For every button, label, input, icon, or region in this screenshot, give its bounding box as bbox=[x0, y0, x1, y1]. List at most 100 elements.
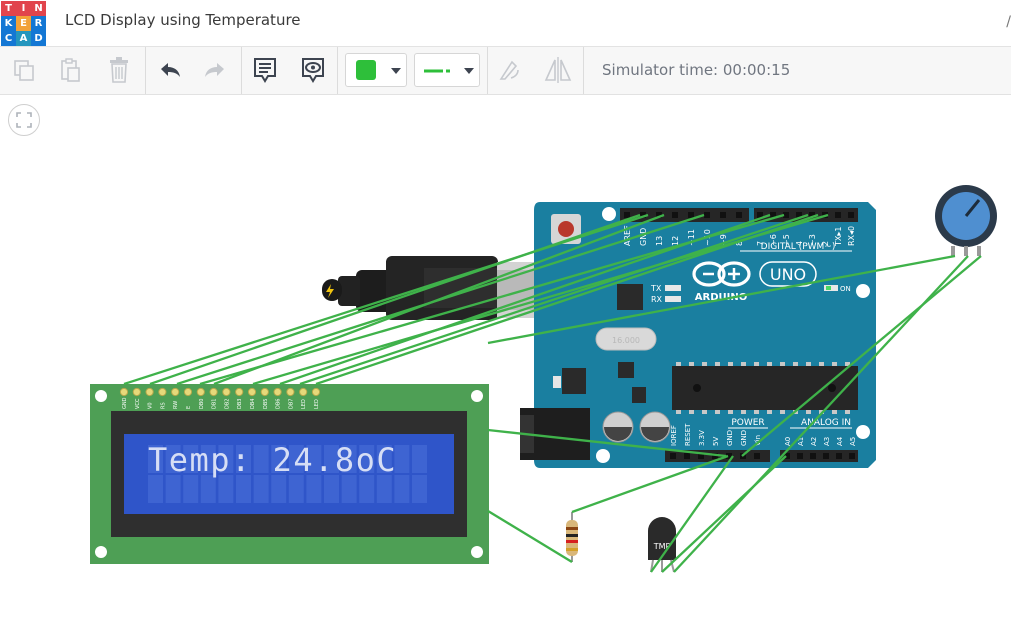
usb-chip bbox=[617, 284, 643, 310]
lcd-pin[interactable] bbox=[119, 387, 129, 397]
lcd-pin[interactable] bbox=[183, 387, 193, 397]
wire[interactable] bbox=[279, 213, 771, 386]
header-pin[interactable] bbox=[836, 453, 842, 459]
lcd-pin[interactable] bbox=[171, 387, 180, 397]
lcd-pin[interactable] bbox=[235, 387, 244, 397]
analog-pin-label: A0 bbox=[784, 437, 792, 446]
header-pin[interactable] bbox=[712, 453, 718, 459]
digital-pin-label: 13 bbox=[655, 236, 664, 246]
logo-letter: T bbox=[1, 1, 16, 16]
wire-color-dropdown[interactable] bbox=[345, 53, 407, 87]
wire[interactable] bbox=[176, 213, 705, 386]
fit-view-button[interactable] bbox=[8, 104, 40, 136]
paste-button[interactable] bbox=[52, 53, 88, 87]
usb-cable[interactable] bbox=[322, 256, 585, 320]
lcd-cell bbox=[376, 445, 392, 473]
notes-button[interactable] bbox=[247, 53, 283, 87]
header-pin[interactable] bbox=[797, 453, 803, 459]
temperature-sensor[interactable]: TMP bbox=[648, 517, 676, 573]
header-pin[interactable] bbox=[624, 212, 630, 218]
lcd-16x2-display[interactable]: GND VCC V0 RS RW E DB0 DB1 DB2 DB3 DB4 DB5 DB6 DB7 LED… bbox=[90, 384, 489, 564]
lcd-pin[interactable] bbox=[132, 387, 141, 397]
analog-pin-label: A3 bbox=[823, 437, 831, 446]
header-pin[interactable] bbox=[810, 453, 816, 459]
digital-header-left bbox=[620, 208, 749, 222]
lcd-pin[interactable] bbox=[145, 387, 154, 397]
wire[interactable] bbox=[673, 255, 969, 573]
wire[interactable] bbox=[487, 428, 727, 458]
wires[interactable] bbox=[123, 213, 982, 573]
mirror-button[interactable] bbox=[540, 53, 576, 87]
header-pin[interactable] bbox=[672, 212, 678, 218]
lcd-cell bbox=[324, 475, 339, 503]
resistor[interactable] bbox=[566, 512, 578, 562]
header-pin[interactable] bbox=[796, 212, 802, 218]
project-title[interactable]: LCD Display using Temperature bbox=[65, 11, 301, 29]
header-pin[interactable] bbox=[770, 212, 776, 218]
toggle-notes-visibility-button[interactable] bbox=[295, 53, 331, 87]
analog-pin-label: A4 bbox=[836, 436, 844, 446]
tinkercad-logo[interactable]: T I N K E R C A D bbox=[1, 1, 46, 46]
wire[interactable] bbox=[571, 454, 729, 514]
header-pin[interactable] bbox=[736, 212, 742, 218]
copy-button[interactable] bbox=[6, 53, 42, 87]
wire[interactable] bbox=[741, 255, 982, 457]
wire[interactable] bbox=[123, 213, 649, 386]
lcd-pin[interactable] bbox=[260, 387, 269, 397]
wire-type-dropdown[interactable] bbox=[414, 53, 480, 87]
notes-icon bbox=[254, 58, 276, 83]
header-pin[interactable] bbox=[698, 453, 704, 459]
wire[interactable] bbox=[315, 213, 819, 386]
lcd-pin[interactable] bbox=[158, 387, 167, 397]
delete-button[interactable] bbox=[101, 53, 137, 87]
header-pin[interactable] bbox=[670, 453, 676, 459]
wire[interactable] bbox=[487, 510, 573, 563]
header-pin[interactable] bbox=[656, 212, 662, 218]
lcd-pin[interactable] bbox=[273, 387, 282, 397]
lcd-cell bbox=[341, 445, 357, 473]
header-pin[interactable] bbox=[688, 212, 694, 218]
lcd-pin-label: LED bbox=[314, 399, 320, 409]
header-pin[interactable] bbox=[684, 453, 690, 459]
lcd-pin[interactable] bbox=[222, 387, 231, 397]
lcd-pin[interactable] bbox=[299, 387, 308, 397]
wire[interactable] bbox=[252, 213, 829, 386]
chip-pin bbox=[793, 410, 798, 414]
header-pin[interactable] bbox=[720, 212, 726, 218]
wire[interactable] bbox=[149, 213, 641, 386]
logo-letter: R bbox=[31, 16, 46, 31]
header-pin[interactable] bbox=[848, 212, 854, 218]
chip-pin bbox=[767, 410, 772, 414]
wire[interactable] bbox=[650, 455, 734, 573]
rotate-button[interactable] bbox=[491, 53, 527, 87]
header-pin[interactable] bbox=[757, 212, 763, 218]
lcd-pin[interactable] bbox=[311, 387, 321, 397]
lcd-pin[interactable] bbox=[196, 387, 205, 397]
digital-pin-label: AREF bbox=[623, 225, 632, 246]
redo-button[interactable] bbox=[197, 53, 233, 87]
header-pin[interactable] bbox=[822, 212, 828, 218]
header-pin[interactable] bbox=[640, 212, 646, 218]
header-pin[interactable] bbox=[849, 453, 855, 459]
header-pin[interactable] bbox=[809, 212, 815, 218]
header-pin[interactable] bbox=[726, 453, 732, 459]
wire[interactable] bbox=[487, 254, 956, 345]
wire[interactable] bbox=[299, 213, 809, 386]
header-pin[interactable] bbox=[754, 453, 760, 459]
wire[interactable] bbox=[661, 455, 787, 573]
wire[interactable] bbox=[213, 213, 665, 386]
lcd-pin[interactable] bbox=[209, 387, 218, 397]
potentiometer[interactable] bbox=[935, 185, 997, 256]
header-pin[interactable] bbox=[704, 212, 710, 218]
header-pin[interactable] bbox=[740, 453, 746, 459]
undo-button[interactable] bbox=[152, 53, 188, 87]
lcd-pin[interactable] bbox=[286, 387, 295, 397]
header-pin[interactable] bbox=[823, 453, 829, 459]
arduino-uno-board[interactable]: AREF GND 13 12 ~11 ~10 ~9 8 7 ~6 ~5 4 ~3 2 TX▸1 RX◂0 DI… bbox=[520, 202, 876, 468]
wire[interactable] bbox=[199, 213, 785, 386]
header-pin[interactable] bbox=[784, 453, 790, 459]
header-pin[interactable] bbox=[783, 212, 789, 218]
reset-button[interactable] bbox=[551, 214, 581, 244]
lcd-pin[interactable] bbox=[247, 387, 257, 397]
header-pin[interactable] bbox=[835, 212, 841, 218]
